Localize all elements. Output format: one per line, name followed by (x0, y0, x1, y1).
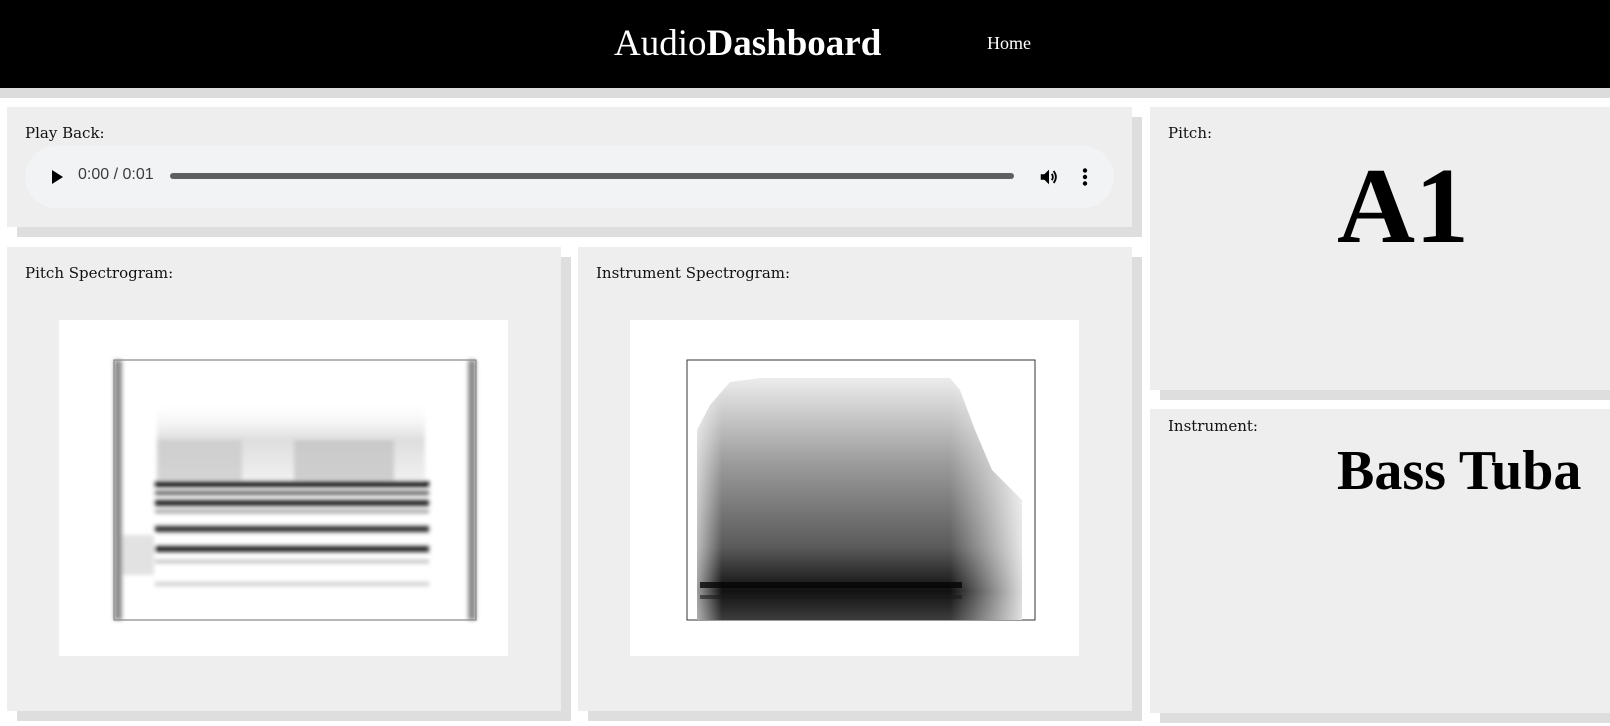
seek-bar[interactable] (170, 173, 1014, 179)
instrument-spectrogram-label: Instrument Spectrogram: (596, 264, 791, 282)
nav-home-link[interactable]: Home (987, 32, 1031, 54)
instrument-card: Instrument: Bass Tuba (1150, 409, 1610, 713)
brand-text-bold: Dashboard (706, 23, 882, 64)
brand-logo[interactable]: AudioDashboard (614, 22, 881, 66)
instrument-spectrogram-image (630, 320, 1079, 656)
header-divider (0, 88, 1610, 98)
pitch-spectrogram-image (59, 320, 508, 656)
instrument-value: Bass Tuba (1337, 440, 1582, 502)
playback-card: Play Back: 0:00 / 0:01 (7, 107, 1132, 227)
pitch-card: Pitch: A1 (1150, 107, 1610, 390)
pitch-label: Pitch: (1168, 124, 1213, 142)
volume-icon[interactable] (1038, 166, 1060, 188)
audio-player[interactable]: 0:00 / 0:01 (25, 146, 1114, 208)
playback-label: Play Back: (25, 124, 105, 142)
instrument-spectrogram-card: Instrument Spectrogram: (578, 247, 1132, 711)
instrument-label: Instrument: (1168, 417, 1258, 435)
top-navbar: AudioDashboard Home (0, 0, 1610, 88)
pitch-spectrogram-card: Pitch Spectrogram: (7, 247, 561, 711)
more-vert-icon[interactable] (1074, 166, 1096, 188)
brand-text-light: Audio (614, 23, 707, 64)
pitch-spectrogram-label: Pitch Spectrogram: (25, 264, 174, 282)
play-icon[interactable] (47, 167, 67, 187)
time-display: 0:00 / 0:01 (78, 166, 154, 183)
pitch-value: A1 (1337, 147, 1469, 266)
